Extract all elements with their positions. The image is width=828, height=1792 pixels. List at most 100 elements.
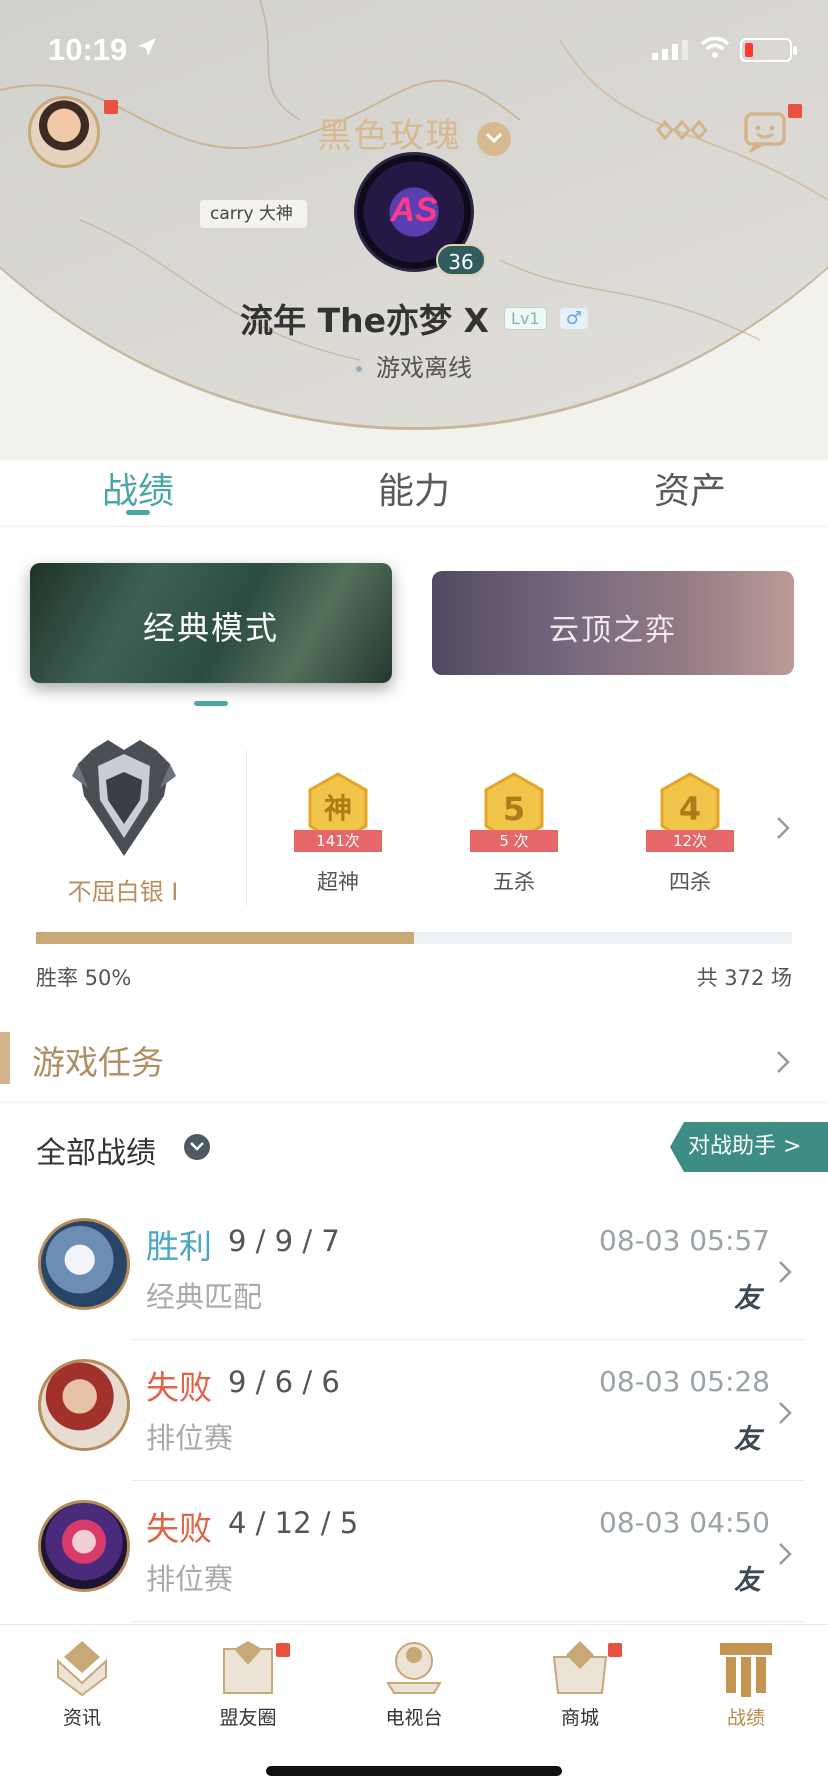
nav-tv[interactable]: 电视台	[354, 1639, 474, 1730]
notification-dot	[788, 104, 802, 118]
nav-label: 资讯	[62, 1707, 101, 1729]
active-mode-indicator	[194, 701, 228, 706]
chevron-right-icon	[777, 1051, 790, 1073]
friend-badge: 友	[734, 1283, 761, 1314]
game-title[interactable]: 黑色玫瑰	[317, 116, 461, 156]
mode-tft-card[interactable]: 云顶之弈	[432, 571, 794, 675]
match-result: 失败	[146, 1368, 212, 1407]
game-tasks-label: 游戏任务	[32, 1043, 164, 1082]
active-tab-indicator	[126, 510, 150, 515]
emblem-text: AS	[390, 191, 438, 229]
total-games-text: 共 372 场	[696, 966, 792, 990]
badge-quadra-kill[interactable]: 4 12次 四杀	[630, 762, 750, 894]
level-tag: Lv1	[504, 306, 547, 330]
nav-label: 电视台	[385, 1707, 443, 1729]
nav-records[interactable]: 战绩	[686, 1639, 806, 1730]
badge-label: 超神	[317, 870, 359, 894]
match-mode: 排位赛	[146, 1421, 234, 1455]
friend-badge: 友	[734, 1424, 761, 1455]
chevron-right-icon	[779, 1402, 792, 1424]
tab-records[interactable]: 战绩	[38, 462, 238, 514]
status-dot	[356, 366, 362, 372]
news-icon	[57, 1641, 107, 1697]
match-row[interactable]: 失败 9 / 6 / 6 排位赛 08-03 05:28 友	[0, 1341, 828, 1481]
records-filter[interactable]: 全部战绩	[36, 1128, 156, 1172]
player-name: 流年 The亦梦 X	[240, 301, 489, 340]
online-status-text: 游戏离线	[376, 354, 472, 382]
badge-legendary[interactable]: 神 141次 超神	[278, 762, 398, 894]
badge-count: 12次	[646, 830, 734, 852]
badge-label: 五杀	[493, 870, 535, 894]
badge-penta-kill[interactable]: 5 5 次 五杀	[454, 762, 574, 894]
chevron-right-icon	[779, 1261, 792, 1283]
tab-assets[interactable]: 资产	[590, 462, 790, 514]
silver-rank-emblem-icon[interactable]	[72, 736, 176, 860]
chevron-down-icon[interactable]	[184, 1134, 210, 1160]
match-time: 08-03 04:50	[599, 1506, 770, 1539]
divider	[132, 1480, 804, 1481]
match-result: 失败	[146, 1509, 212, 1548]
nav-label: 战绩	[726, 1707, 765, 1729]
divider	[132, 1339, 804, 1340]
chat-icon[interactable]	[742, 110, 788, 152]
notification-dot	[276, 1643, 290, 1657]
tv-icon	[386, 1642, 442, 1694]
mode-classic-label: 经典模式	[142, 609, 279, 647]
wifi-icon	[700, 36, 730, 58]
location-arrow-icon	[138, 38, 156, 56]
nav-label: 商城	[560, 1707, 599, 1729]
winrate-text: 胜率 50%	[36, 966, 132, 990]
gender-male-icon: ♂	[559, 307, 588, 329]
friend-badge: 友	[734, 1565, 761, 1596]
mode-tft-label: 云顶之弈	[549, 613, 677, 648]
nav-shop[interactable]: 商城	[520, 1639, 640, 1730]
more-options-icon[interactable]	[656, 120, 708, 140]
match-row[interactable]: 胜利 9 / 9 / 7 经典匹配 08-03 05:57 友	[0, 1200, 828, 1340]
battery-icon	[740, 38, 797, 62]
divider	[0, 1102, 828, 1103]
match-mode: 经典匹配	[146, 1280, 263, 1314]
champion-avatar	[38, 1500, 130, 1592]
match-row[interactable]: 失败 4 / 12 / 5 排位赛 08-03 04:50 友	[0, 1482, 828, 1622]
badge-glyph: 5	[503, 790, 525, 828]
carry-tag: carry 大神	[200, 200, 307, 228]
chevron-right-icon[interactable]	[776, 816, 790, 840]
champion-avatar	[38, 1218, 130, 1310]
signal-icon	[652, 40, 688, 60]
online-status: 游戏离线	[0, 348, 828, 383]
match-kda: 9 / 9 / 7	[228, 1224, 340, 1258]
battle-assistant-button[interactable]: 对战助手 >	[670, 1122, 828, 1172]
match-result: 胜利	[146, 1227, 212, 1266]
divider	[0, 526, 828, 527]
divider	[132, 1621, 804, 1622]
nav-friends-circle[interactable]: 盟友圈	[188, 1639, 308, 1730]
section-accent-bar	[0, 1032, 10, 1084]
chevron-down-icon[interactable]	[476, 121, 511, 156]
match-time: 08-03 05:57	[599, 1224, 770, 1257]
champion-avatar	[38, 1359, 130, 1451]
status-bar: 10:19	[0, 28, 828, 72]
badge-glyph: 4	[679, 790, 701, 828]
rank-name: 不屈白银 I	[67, 878, 179, 906]
tab-ability[interactable]: 能力	[314, 462, 514, 514]
level-badge: 36	[436, 244, 486, 276]
badge-count: 5 次	[470, 830, 558, 852]
winrate-progress-bar	[36, 932, 792, 944]
badge-count: 141次	[294, 830, 382, 852]
match-kda: 9 / 6 / 6	[228, 1365, 340, 1399]
badge-label: 四杀	[669, 870, 711, 894]
status-time: 10:19	[48, 32, 128, 67]
badge-glyph: 神	[324, 792, 352, 825]
shop-icon	[552, 1641, 608, 1694]
match-kda: 4 / 12 / 5	[228, 1506, 359, 1540]
home-indicator[interactable]	[266, 1766, 562, 1776]
winrate-progress-fill	[36, 932, 414, 944]
notification-dot	[608, 1643, 622, 1657]
game-tasks-row[interactable]: 游戏任务	[0, 1020, 828, 1102]
main-tabs: 战绩 能力 资产	[0, 462, 828, 526]
match-time: 08-03 05:28	[599, 1365, 770, 1398]
mode-classic-card[interactable]: 经典模式	[30, 563, 392, 683]
nav-news[interactable]: 资讯	[22, 1639, 142, 1730]
nav-label: 盟友圈	[219, 1707, 277, 1729]
divider	[246, 750, 247, 906]
